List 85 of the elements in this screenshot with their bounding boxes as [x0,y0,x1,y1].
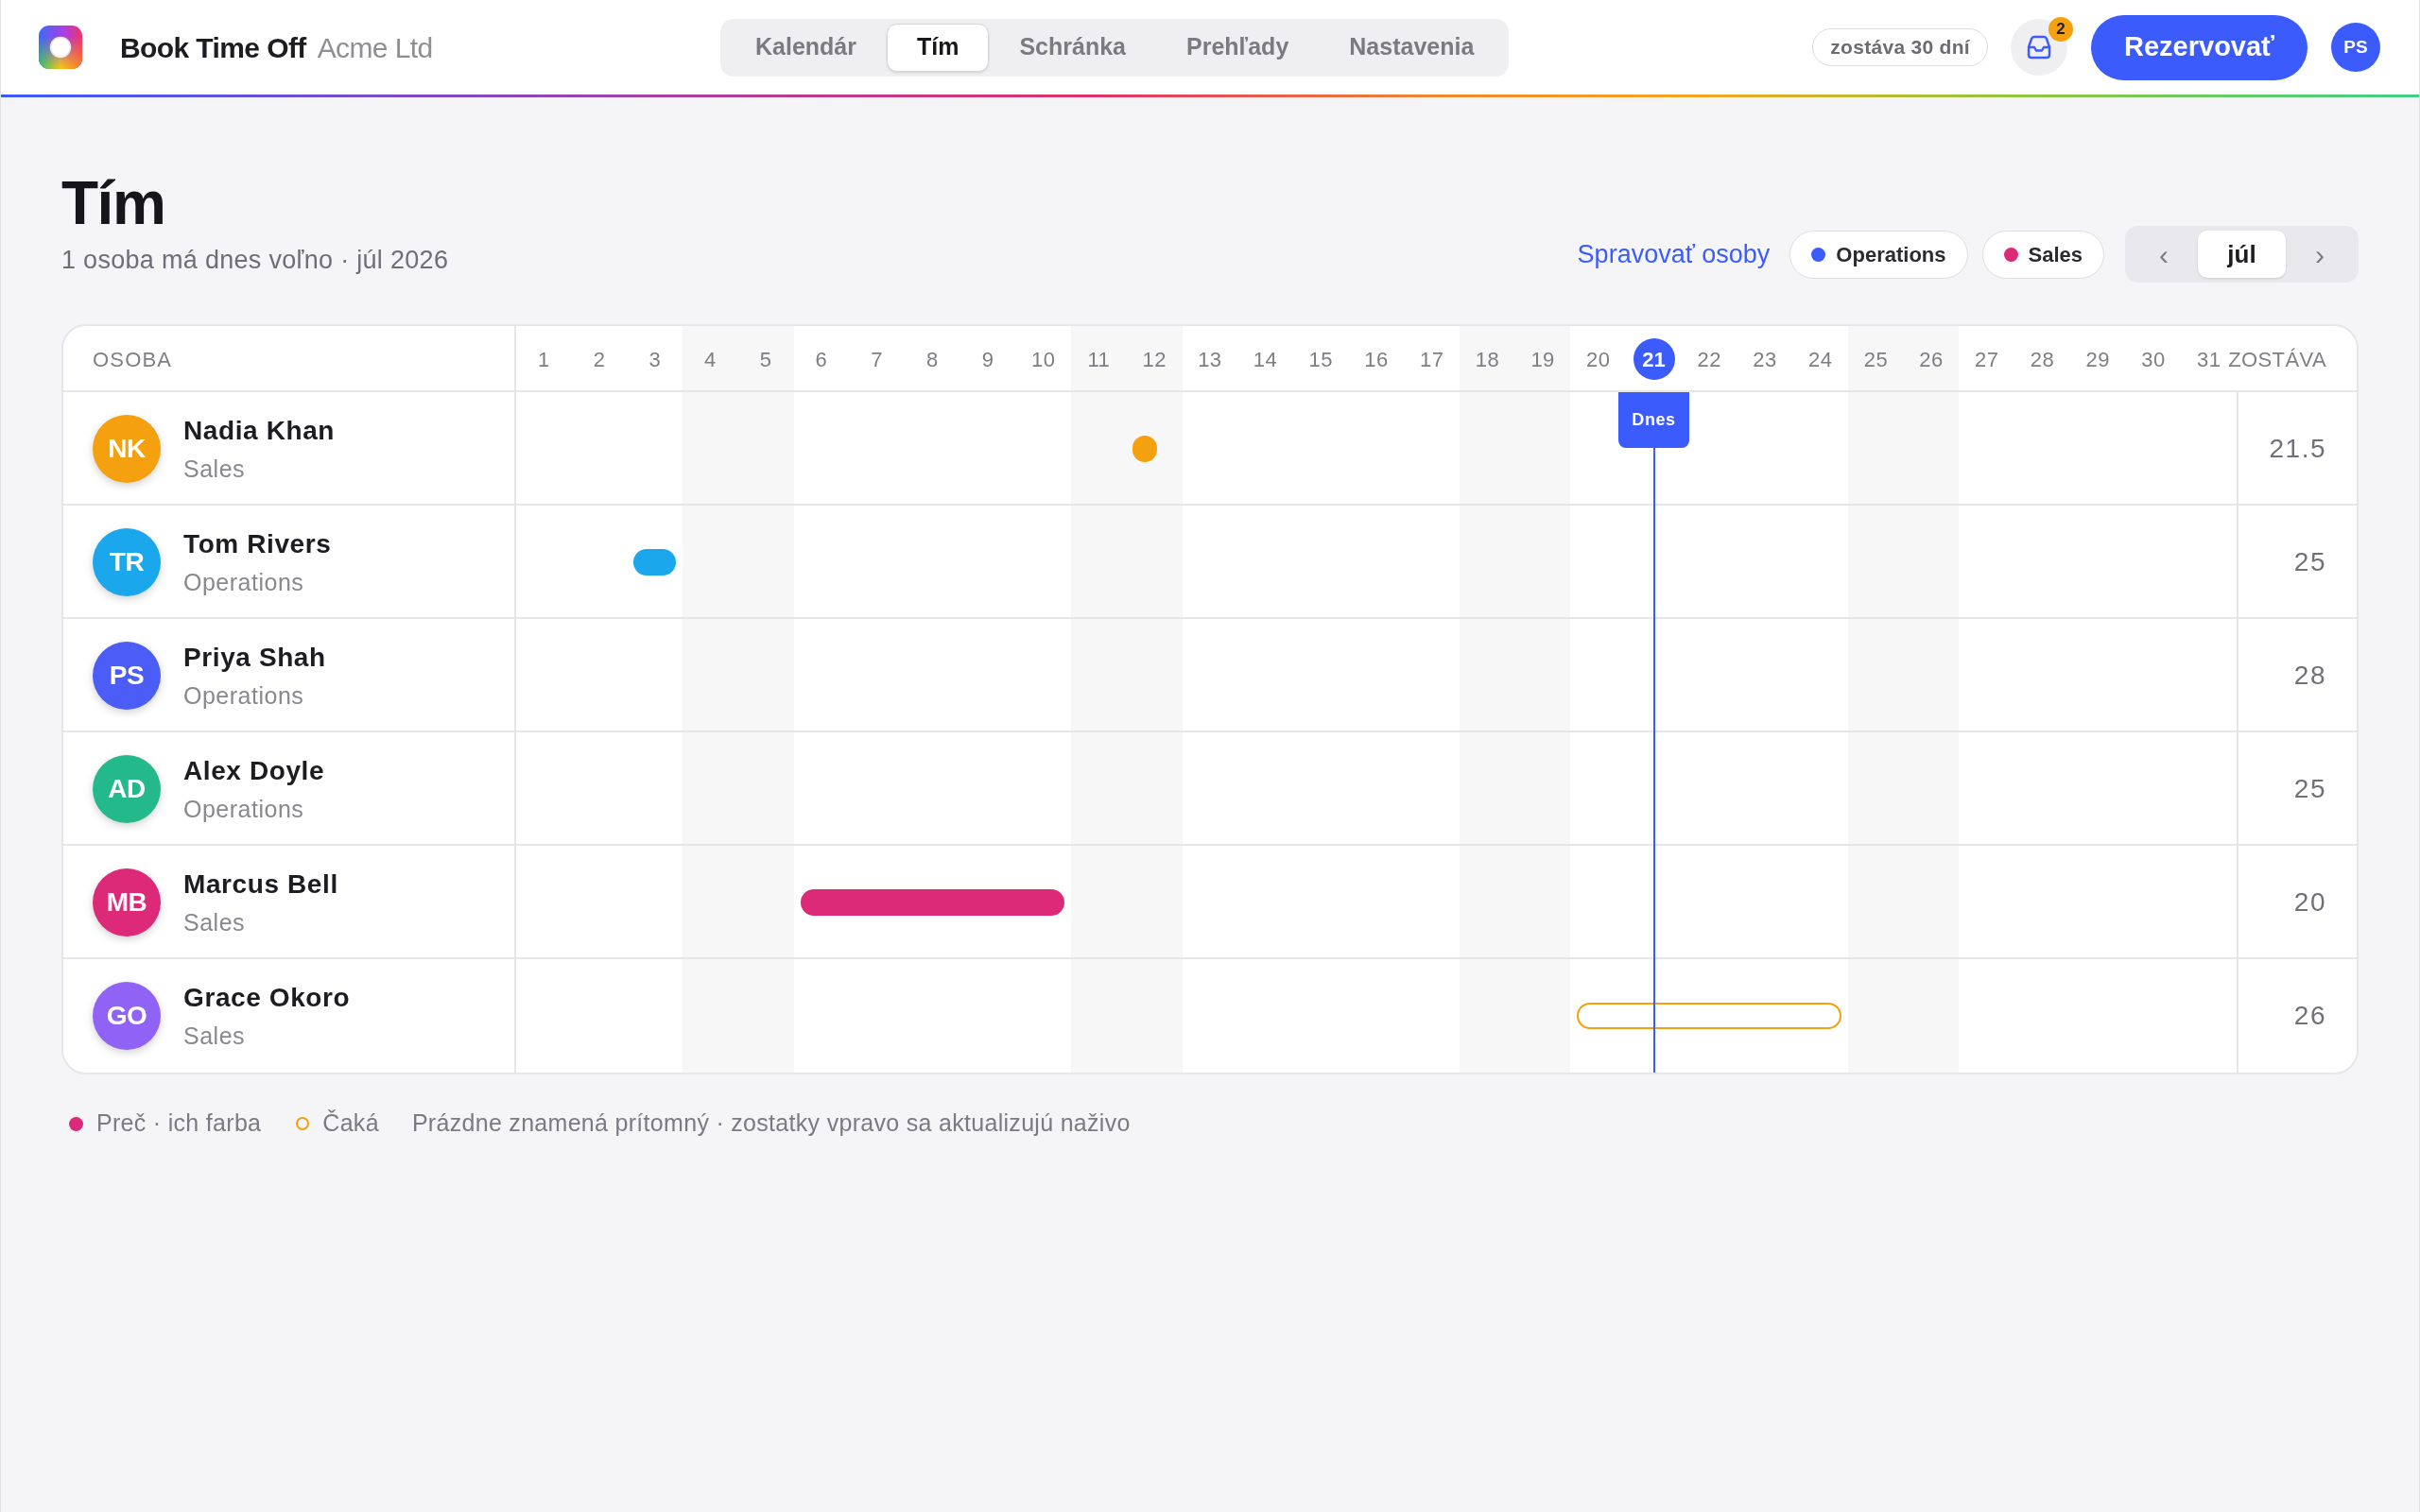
avatar: AD [93,755,161,823]
day-number: 8 [925,346,939,373]
page-title: Tím [61,173,166,233]
day-number: 5 [759,346,772,373]
person-team: Operations [183,795,305,823]
day-number: 25 [1863,346,1889,373]
day-number: 24 [1807,346,1833,373]
person-name: Alex Doyle [183,755,325,787]
day-number: 15 [1308,346,1333,373]
notification-badge: 2 [2048,17,2073,42]
day-number: 9 [981,346,994,373]
person-name: Nadia Khan [183,415,336,447]
avatar: TR [93,528,161,596]
person-team: Sales [183,1022,247,1050]
day-number: 22 [1697,346,1721,373]
user-avatar[interactable]: PS [2331,23,2380,72]
person-name: Grace Okoro [183,982,351,1014]
avatar: GO [93,982,161,1050]
book-button[interactable]: Rezervovať [2091,14,2308,80]
nav-tab[interactable]: Schránka [989,23,1156,72]
nav-tab[interactable]: Prehľady [1156,23,1320,72]
column-header: ZOSTÁVA [2228,346,2326,373]
day-number: 12 [1142,346,1167,373]
day-number: 28 [2030,346,2055,373]
day-number: 18 [1475,346,1500,373]
pending-request-bar[interactable] [1577,1003,1842,1029]
person-name: Priya Shah [183,642,326,674]
manage-people-link[interactable]: Spravovať osoby [1577,234,1771,274]
page-subtitle: 1 osoba má dnes voľno · júl 2026 [61,245,449,276]
day-number: 17 [1419,346,1444,373]
balance-value: 26 [2293,1000,2326,1032]
day-number: 6 [815,346,828,373]
nav-tab[interactable]: Tím [887,23,990,72]
balance-value: 25 [2293,773,2326,805]
day-number: 16 [1364,346,1389,373]
day-number: 10 [1031,346,1056,373]
day-number: 14 [1253,346,1278,373]
team-filter-chip[interactable]: Sales [1981,230,2104,279]
team-filter-label: Operations [1836,241,1946,268]
team-filter-label: Sales [2028,241,2083,268]
day-number: 1 [537,346,550,373]
day-number: 19 [1530,346,1555,373]
balance-value: 21.5 [2269,433,2326,465]
today-marker: Dnes [1618,392,1690,448]
day-number: 4 [704,346,717,373]
time-off-bar[interactable] [633,549,677,576]
avatar: NK [93,415,161,483]
day-number: 23 [1753,346,1777,373]
day-number: 26 [1919,346,1944,373]
previous-month-button[interactable]: ‹ [2130,231,2198,278]
next-month-button[interactable]: › [2286,231,2354,278]
day-number: 7 [871,346,883,373]
balance-value: 28 [2293,660,2326,692]
person-team: Operations [183,681,305,710]
team-filter-chip[interactable]: Operations [1789,230,1968,279]
legend-label: Čaká [322,1108,379,1139]
day-number: 27 [1975,346,1999,373]
legend-note: Prázdne znamená prítomný · zostatky vpravo sa aktualizujú naživo [411,1108,1131,1139]
organization-name: Acme Ltd [317,30,433,65]
current-month-button[interactable]: júl [2198,231,2286,278]
nav-tab[interactable]: Kalendár [725,23,887,72]
inbox-tray-icon [2026,35,2052,60]
legend-label: Preč · ich farba [96,1108,262,1139]
balance-value: 25 [2293,546,2326,578]
nav-tab[interactable]: Nastavenia [1319,23,1505,72]
person-team: Operations [183,568,305,596]
day-number: 11 [1087,346,1111,373]
person-team: Sales [183,455,247,483]
avatar: PS [93,642,161,710]
day-number: 31 [2196,346,2221,373]
avatar: MB [93,868,161,936]
time-off-bar[interactable] [800,889,1065,916]
day-number: 3 [648,346,662,373]
person-name: Marcus Bell [183,868,338,901]
app-name: Book Time Off [120,30,306,65]
day-number: 20 [1586,346,1611,373]
column-header: OSOBA [93,346,173,373]
person-team: Sales [183,908,247,936]
balance-value: 20 [2293,886,2326,919]
day-number: 30 [2141,346,2166,373]
day-number: 2 [593,346,606,373]
person-name: Tom Rivers [183,528,332,560]
day-number: 13 [1198,346,1222,373]
day-number: 29 [2085,346,2110,373]
day-number: 21 [1633,338,1675,380]
